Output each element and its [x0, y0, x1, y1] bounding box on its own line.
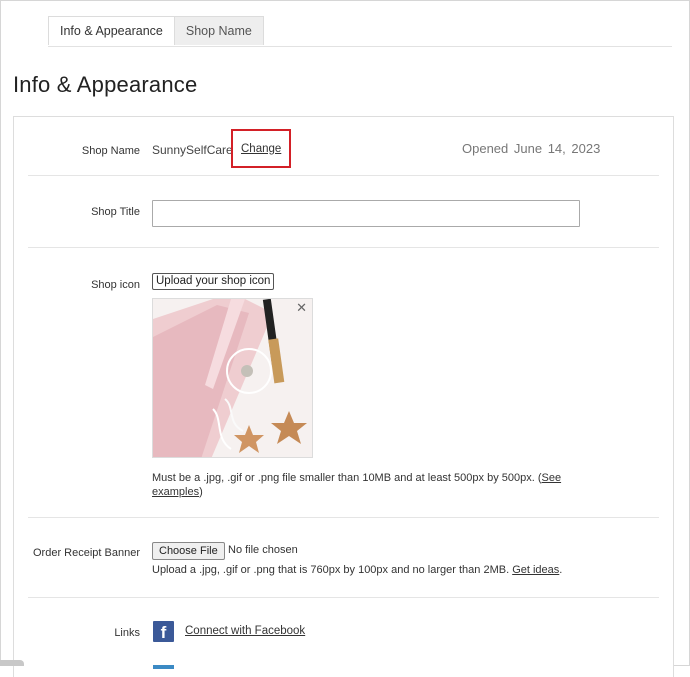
change-shop-name-link[interactable]: Change [241, 143, 281, 155]
tab-info-appearance[interactable]: Info & Appearance [48, 16, 175, 45]
page-title: Info & Appearance [13, 72, 198, 97]
order-receipt-banner-label: Order Receipt Banner [33, 547, 140, 559]
divider [28, 247, 659, 248]
see-examples-link-1[interactable]: See [542, 472, 562, 484]
shop-name-label: Shop Name [81, 145, 140, 157]
links-label: Links [114, 627, 140, 639]
see-examples-link-2[interactable]: examples [152, 486, 199, 498]
settings-panel: Shop Name SunnySelfCare Change Opened Ju… [13, 116, 674, 677]
shop-icon-label: Shop icon [91, 279, 140, 291]
divider [28, 597, 659, 598]
get-ideas-link[interactable]: Get ideas [512, 564, 559, 576]
banner-help-text: Upload a .jpg, .gif or .png that is 760p… [152, 563, 562, 577]
divider [28, 517, 659, 518]
remove-icon-button[interactable]: ✕ [296, 301, 307, 315]
shop-icon-help-main: Must be a .jpg, .gif or .png file smalle… [152, 472, 542, 484]
banner-help-main: Upload a .jpg, .gif or .png that is 760p… [152, 564, 510, 576]
shop-title-input[interactable] [152, 200, 580, 227]
shop-name-value: SunnySelfCare [152, 143, 233, 157]
tab-underline [48, 46, 672, 47]
choose-file-button[interactable]: Choose File [152, 542, 225, 560]
opened-date: June 14, 2023 [513, 141, 601, 156]
shop-icon-preview: ✕ [152, 298, 313, 458]
upload-shop-icon-button[interactable]: Upload your shop icon [152, 273, 275, 290]
tab-bar: Info & Appearance Shop Name [48, 16, 264, 46]
facebook-icon[interactable]: f [153, 621, 174, 642]
help-close-paren: ) [199, 486, 203, 498]
banner-help-end: . [559, 564, 563, 576]
no-file-chosen-text: No file chosen [228, 544, 298, 556]
shop-icon-help-text: Must be a .jpg, .gif or .png file smalle… [152, 471, 592, 499]
connect-facebook-link[interactable]: Connect with Facebook [185, 625, 305, 637]
tab-shop-name[interactable]: Shop Name [174, 16, 264, 45]
shop-icon-image [153, 299, 312, 457]
divider [28, 175, 659, 176]
opened-label: Opened [462, 141, 509, 156]
opened-date-text: Opened June 14, 2023 [462, 141, 600, 156]
corner-marker [0, 660, 24, 666]
shop-title-label: Shop Title [91, 206, 140, 218]
